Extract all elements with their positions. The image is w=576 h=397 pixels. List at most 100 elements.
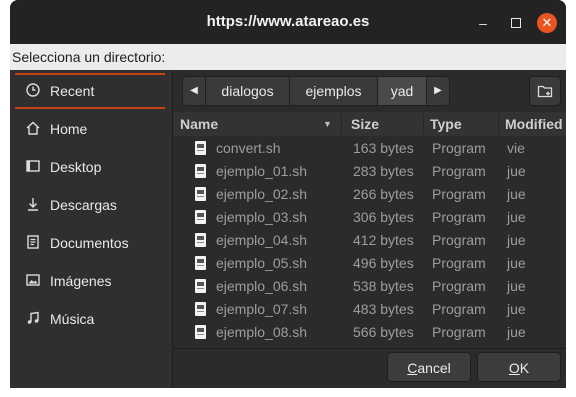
script-file-icon bbox=[195, 210, 206, 224]
path-segment-yad[interactable]: yad bbox=[377, 76, 427, 106]
music-icon bbox=[24, 310, 42, 328]
script-file-icon bbox=[195, 187, 206, 201]
file-name: ejemplo_02.sh bbox=[216, 186, 308, 202]
maximize-button[interactable] bbox=[506, 13, 526, 33]
file-type: Program bbox=[432, 324, 486, 340]
path-segment-ejemplos[interactable]: ejemplos bbox=[289, 76, 378, 106]
script-file-icon bbox=[195, 325, 206, 339]
file-size: 266 bytes bbox=[353, 186, 414, 202]
script-file-icon bbox=[195, 164, 206, 178]
table-row[interactable]: ejemplo_05.sh 496 bytes Program jue bbox=[173, 252, 566, 275]
minimize-button[interactable]: – bbox=[473, 13, 493, 33]
file-type: Program bbox=[432, 255, 486, 271]
clock-icon bbox=[24, 82, 42, 100]
sidebar-item-label: Documentos bbox=[50, 235, 129, 251]
home-icon bbox=[24, 120, 42, 138]
sort-descending-icon: ▼ bbox=[323, 119, 332, 129]
sidebar-item-label: Descargas bbox=[50, 197, 117, 213]
column-separator bbox=[341, 114, 342, 134]
file-name: ejemplo_01.sh bbox=[216, 163, 308, 179]
file-name: ejemplo_06.sh bbox=[216, 278, 308, 294]
script-file-icon bbox=[195, 256, 206, 270]
table-row[interactable]: ejemplo_08.sh 566 bytes Program jue bbox=[173, 321, 566, 344]
new-folder-icon bbox=[537, 83, 553, 104]
column-header-type[interactable]: Type bbox=[430, 112, 462, 136]
sidebar-item-home[interactable]: Home bbox=[10, 111, 172, 147]
sidebar-item-recent[interactable]: Recent bbox=[15, 73, 165, 109]
sidebar-item-musica[interactable]: Música bbox=[10, 301, 172, 337]
file-name: ejemplo_05.sh bbox=[216, 255, 308, 271]
sidebar-item-descargas[interactable]: Descargas bbox=[10, 187, 172, 223]
file-type: Program bbox=[432, 163, 486, 179]
file-size: 163 bytes bbox=[353, 140, 414, 156]
file-type: Program bbox=[432, 209, 486, 225]
table-row[interactable]: convert.sh 163 bytes Program vie bbox=[173, 137, 566, 160]
script-file-icon bbox=[195, 233, 206, 247]
file-type: Program bbox=[432, 186, 486, 202]
file-modified: jue bbox=[507, 324, 526, 340]
table-row[interactable]: ejemplo_03.sh 306 bytes Program jue bbox=[173, 206, 566, 229]
cancel-button[interactable]: Cancel bbox=[387, 352, 471, 382]
column-separator bbox=[498, 114, 499, 134]
file-list[interactable]: Name ▼ Size Type Modified convert.sh 163… bbox=[173, 112, 566, 350]
sidebar-item-label: Home bbox=[50, 121, 88, 137]
image-icon bbox=[24, 272, 42, 290]
sidebar-item-imagenes[interactable]: Imágenes bbox=[10, 263, 172, 299]
file-modified: vie bbox=[507, 140, 525, 156]
column-header-size[interactable]: Size bbox=[351, 112, 379, 136]
column-separator bbox=[423, 114, 424, 134]
file-modified: jue bbox=[507, 186, 526, 202]
file-type: Program bbox=[432, 278, 486, 294]
script-file-icon bbox=[195, 141, 206, 155]
file-chooser-window: https://www.atareao.es – ✕ Selecciona un… bbox=[10, 0, 566, 388]
file-modified: jue bbox=[507, 163, 526, 179]
maximize-icon bbox=[511, 18, 521, 28]
file-size: 483 bytes bbox=[353, 301, 414, 317]
file-name: convert.sh bbox=[216, 140, 281, 156]
create-folder-button[interactable] bbox=[529, 76, 561, 106]
path-scroll-left-button[interactable]: ◀ bbox=[182, 76, 206, 106]
column-header-modified[interactable]: Modified bbox=[505, 112, 563, 136]
file-name: ejemplo_03.sh bbox=[216, 209, 308, 225]
close-button[interactable]: ✕ bbox=[537, 13, 557, 33]
dialog-prompt: Selecciona un directorio: bbox=[10, 44, 566, 70]
file-modified: jue bbox=[507, 255, 526, 271]
desktop-icon bbox=[24, 158, 42, 176]
table-row[interactable]: ejemplo_06.sh 538 bytes Program jue bbox=[173, 275, 566, 298]
file-list-header: Name ▼ Size Type Modified bbox=[173, 112, 566, 136]
file-name: ejemplo_07.sh bbox=[216, 301, 308, 317]
file-size: 283 bytes bbox=[353, 163, 414, 179]
file-size: 496 bytes bbox=[353, 255, 414, 271]
path-scroll-right-button[interactable]: ▶ bbox=[426, 76, 450, 106]
file-type: Program bbox=[432, 301, 486, 317]
column-header-name[interactable]: Name bbox=[180, 112, 218, 136]
table-row[interactable]: ejemplo_01.sh 283 bytes Program jue bbox=[173, 160, 566, 183]
cancel-label-rest: ancel bbox=[417, 360, 451, 376]
sidebar-item-desktop[interactable]: Desktop bbox=[10, 149, 172, 185]
path-segment-dialogos[interactable]: dialogos bbox=[205, 76, 290, 106]
file-modified: jue bbox=[507, 301, 526, 317]
file-modified: jue bbox=[507, 278, 526, 294]
file-name: ejemplo_08.sh bbox=[216, 324, 308, 340]
script-file-icon bbox=[195, 279, 206, 293]
file-modified: jue bbox=[507, 209, 526, 225]
file-size: 538 bytes bbox=[353, 278, 414, 294]
table-row[interactable]: ejemplo_02.sh 266 bytes Program jue bbox=[173, 183, 566, 206]
places-sidebar: Recent Home Desktop Descargas Documentos bbox=[10, 70, 172, 388]
file-type: Program bbox=[432, 140, 486, 156]
table-row[interactable]: ejemplo_04.sh 412 bytes Program jue bbox=[173, 229, 566, 252]
file-modified: jue bbox=[507, 232, 526, 248]
ok-label-rest: K bbox=[519, 360, 530, 376]
sidebar-item-label: Recent bbox=[50, 83, 95, 99]
button-area-divider bbox=[173, 348, 566, 349]
table-row[interactable]: ejemplo_07.sh 483 bytes Program jue bbox=[173, 298, 566, 321]
title-bar[interactable]: https://www.atareao.es – ✕ bbox=[10, 0, 566, 44]
file-type: Program bbox=[432, 232, 486, 248]
sidebar-item-label: Música bbox=[50, 311, 95, 327]
ok-button[interactable]: OK bbox=[477, 352, 561, 382]
file-size: 412 bytes bbox=[353, 232, 414, 248]
file-size: 306 bytes bbox=[353, 209, 414, 225]
file-name: ejemplo_04.sh bbox=[216, 232, 308, 248]
sidebar-item-label: Imágenes bbox=[50, 273, 112, 289]
sidebar-item-documentos[interactable]: Documentos bbox=[10, 225, 172, 261]
